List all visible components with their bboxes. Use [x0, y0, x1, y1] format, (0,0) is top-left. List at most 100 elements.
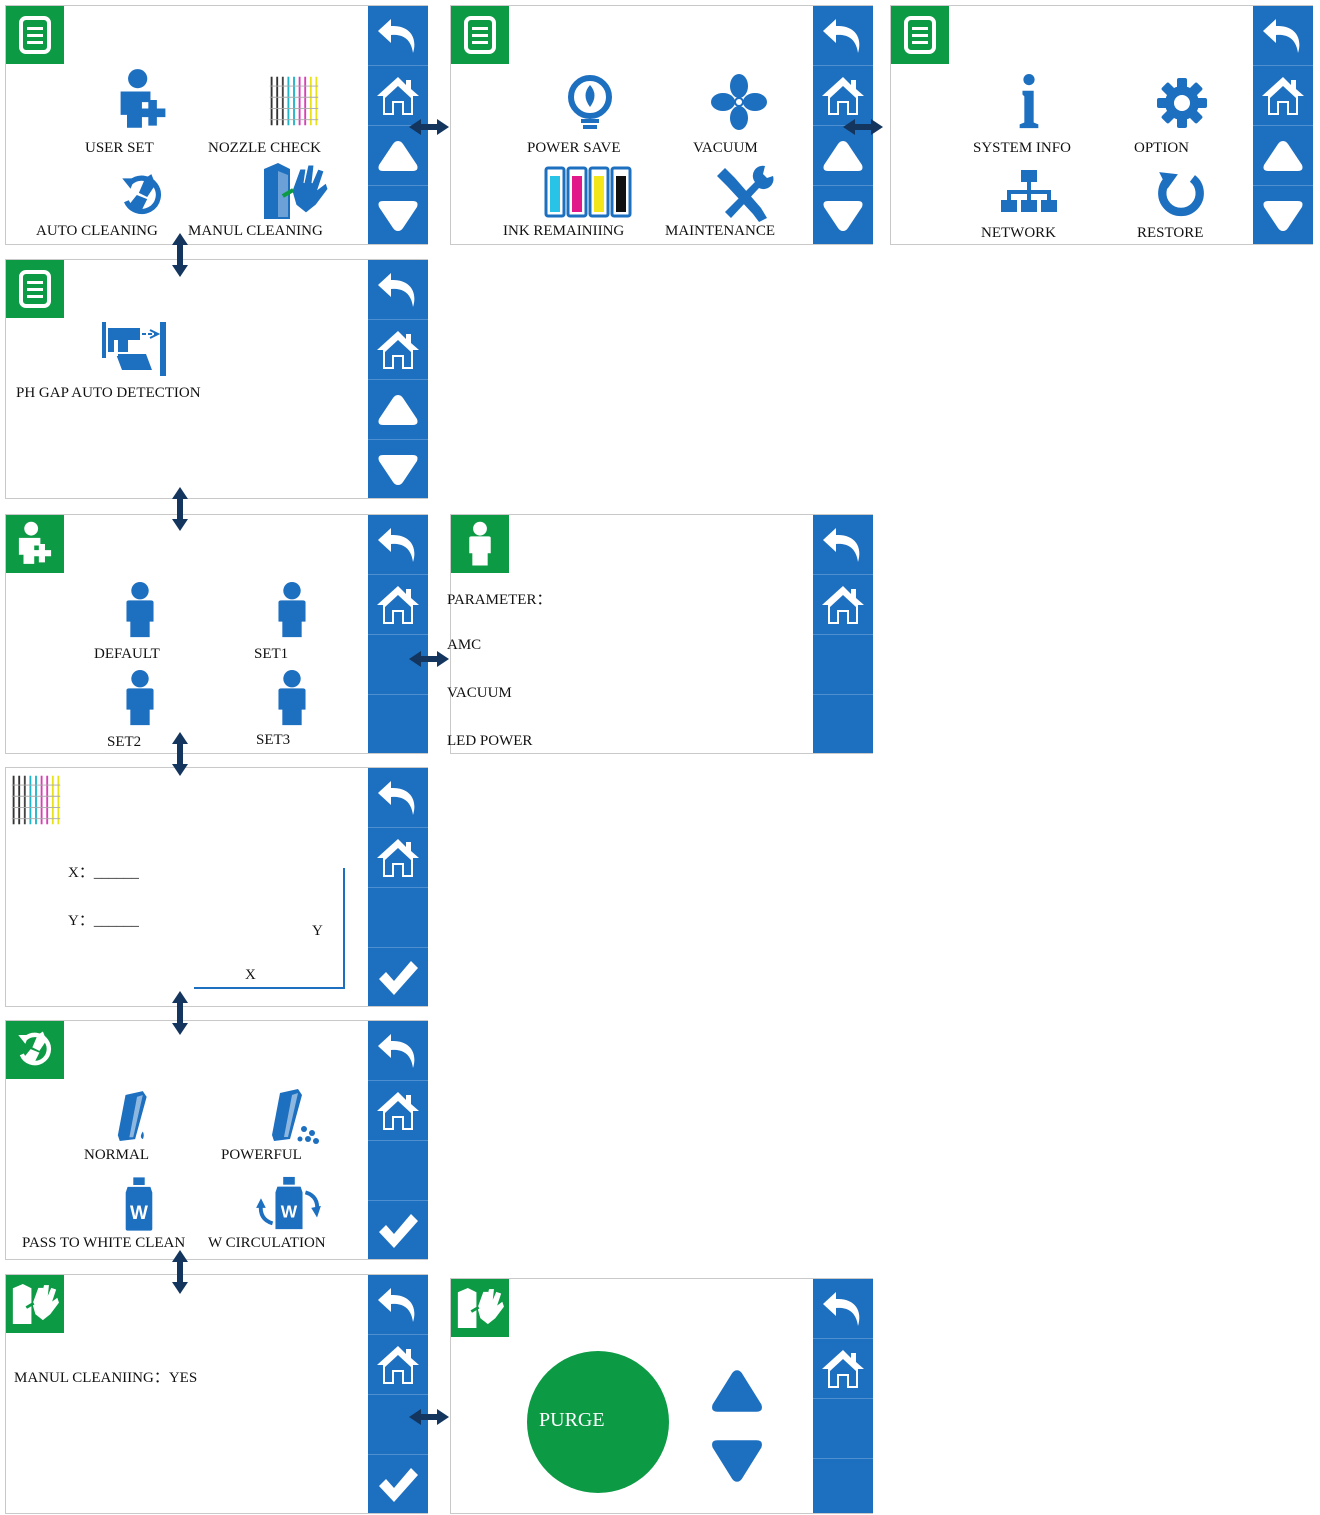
nozzle-check-label[interactable]: NOZZLE CHECK [208, 140, 321, 157]
back-button[interactable] [813, 6, 873, 66]
purge-button[interactable]: PURGE [527, 1351, 669, 1493]
normal-label[interactable]: NORMAL [84, 1147, 149, 1164]
home-button[interactable] [368, 1335, 428, 1395]
w-circulation-label[interactable]: W CIRCULATION [208, 1235, 326, 1252]
set3-user-icon[interactable] [272, 669, 312, 727]
horizontal-arrow [409, 118, 449, 136]
back-button[interactable] [368, 6, 428, 66]
user-set-label[interactable]: USER SET [85, 140, 154, 157]
power-save-label[interactable]: POWER SAVE [527, 140, 621, 157]
home-button[interactable] [813, 66, 873, 126]
screen-main-menu-4: PH GAP AUTO DETECTION [5, 259, 428, 499]
auto-cleaning-label[interactable]: AUTO CLEANING [36, 223, 158, 240]
purge-down-button[interactable] [709, 1433, 765, 1489]
back-button[interactable] [813, 1279, 873, 1339]
home-button[interactable] [368, 66, 428, 126]
power-save-icon[interactable] [565, 72, 615, 134]
sidebar-empty [813, 695, 873, 755]
sidebar [368, 260, 428, 498]
home-button[interactable] [1253, 66, 1313, 126]
user-set-header-icon [6, 515, 64, 573]
maintenance-tools-icon[interactable] [715, 164, 775, 224]
home-button[interactable] [813, 1339, 873, 1399]
down-button[interactable] [813, 186, 873, 246]
default-label[interactable]: DEFAULT [94, 646, 160, 663]
option-label[interactable]: OPTION [1134, 140, 1189, 157]
menu-header-icon [6, 6, 64, 64]
purge-up-button[interactable] [709, 1363, 765, 1419]
vacuum-param-label[interactable]: VACUUM [447, 685, 512, 702]
vacuum-fan-icon[interactable] [709, 72, 769, 132]
confirm-button[interactable] [368, 1201, 428, 1261]
ink-remaining-icon[interactable] [543, 164, 633, 220]
back-button[interactable] [368, 260, 428, 320]
down-button[interactable] [368, 186, 428, 246]
set2-user-icon[interactable] [120, 669, 160, 727]
powerful-clean-icon[interactable] [264, 1087, 324, 1147]
parameter-label: PARAMETER： [447, 592, 552, 608]
restore-icon[interactable] [1155, 168, 1207, 220]
back-button[interactable] [368, 1275, 428, 1335]
sidebar-empty [368, 1141, 428, 1201]
option-gear-icon[interactable] [1157, 78, 1207, 128]
set1-label[interactable]: SET1 [254, 646, 288, 663]
up-button[interactable] [368, 380, 428, 440]
white-ink-bottle-icon[interactable] [120, 1175, 158, 1233]
home-button[interactable] [368, 320, 428, 380]
screen-nozzle-check: X：______ Y：______ Y X [5, 767, 428, 1007]
restore-label[interactable]: RESTORE [1137, 225, 1203, 242]
set2-label[interactable]: SET2 [107, 734, 141, 751]
normal-clean-icon[interactable] [114, 1089, 162, 1147]
home-button[interactable] [813, 575, 873, 635]
ph-gap-detection-icon[interactable] [100, 318, 170, 378]
back-button[interactable] [813, 515, 873, 575]
home-button[interactable] [368, 1081, 428, 1141]
system-info-icon[interactable] [1015, 72, 1043, 132]
network-label[interactable]: NETWORK [981, 225, 1056, 242]
maintenance-label[interactable]: MAINTENANCE [665, 223, 775, 240]
default-user-icon[interactable] [120, 581, 160, 639]
sidebar-empty [368, 888, 428, 948]
led-power-label[interactable]: LED POWER [447, 733, 532, 750]
powerful-label[interactable]: POWERFUL [221, 1147, 302, 1164]
system-info-label[interactable]: SYSTEM INFO [973, 140, 1071, 157]
set1-user-icon[interactable] [272, 581, 312, 639]
confirm-button[interactable] [368, 1455, 428, 1515]
ink-remaining-label[interactable]: INK REMAINIING [503, 223, 624, 240]
vertical-arrow [171, 1250, 189, 1294]
ph-gap-detection-label[interactable]: PH GAP AUTO DETECTION [16, 385, 201, 402]
user-set-icon[interactable] [114, 68, 172, 132]
pass-to-white-clean-label[interactable]: PASS TO WHITE CLEAN [22, 1235, 185, 1252]
back-button[interactable] [368, 768, 428, 828]
manual-cleaning-label[interactable]: MANUL CLEANING [188, 223, 323, 240]
home-button[interactable] [368, 575, 428, 635]
manual-cleaning-status: MANUL CLEANIING：YES [14, 1370, 198, 1386]
down-button[interactable] [1253, 186, 1313, 246]
nozzle-check-header-icon [8, 772, 64, 828]
screen-purge: PURGE [450, 1278, 873, 1514]
x-value-field[interactable]: X：______ [68, 861, 139, 882]
screen-user-set: DEFAULT SET1 SET2 SET3 [5, 514, 428, 754]
back-button[interactable] [368, 515, 428, 575]
vertical-arrow [171, 487, 189, 531]
back-button[interactable] [1253, 6, 1313, 66]
manual-cleaning-icon[interactable] [260, 161, 330, 221]
menu-header-icon [6, 260, 64, 318]
vacuum-label[interactable]: VACUUM [693, 140, 758, 157]
amc-label[interactable]: AMC [447, 637, 481, 654]
nozzle-check-icon[interactable] [266, 72, 322, 130]
back-button[interactable] [368, 1021, 428, 1081]
down-button[interactable] [368, 440, 428, 500]
network-icon[interactable] [999, 168, 1059, 218]
menu-header-icon [451, 6, 509, 64]
screen-main-menu-3: SYSTEM INFO OPTION NETWORK RESTORE [890, 5, 1313, 245]
w-circulation-icon[interactable] [254, 1175, 324, 1233]
y-value-field[interactable]: Y：______ [68, 909, 139, 930]
up-button[interactable] [1253, 126, 1313, 186]
screen-auto-cleaning: NORMAL POWERFUL PASS TO WHITE CLEAN W CI… [5, 1020, 428, 1260]
auto-cleaning-icon[interactable] [116, 170, 168, 222]
horizontal-arrow [843, 118, 883, 136]
set3-label[interactable]: SET3 [256, 732, 290, 749]
home-button[interactable] [368, 828, 428, 888]
confirm-button[interactable] [368, 948, 428, 1008]
